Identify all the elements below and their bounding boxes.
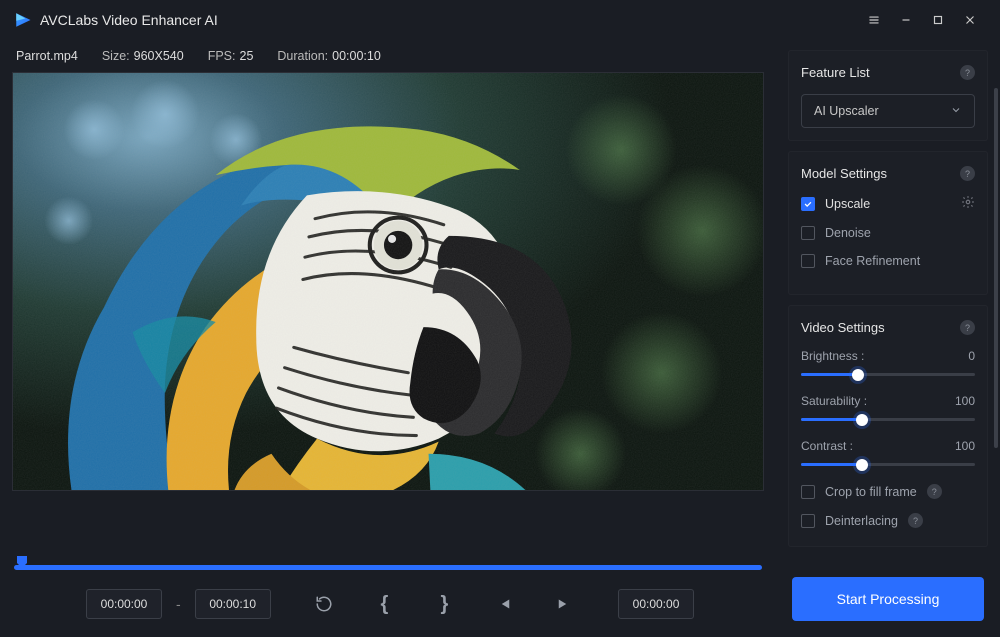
timeline-track[interactable] xyxy=(14,565,762,570)
checkbox-label: Crop to fill frame xyxy=(825,485,917,499)
app-logo xyxy=(14,11,32,29)
sidebar-scrollbar[interactable] xyxy=(994,88,998,448)
slider-value: 100 xyxy=(955,394,975,408)
minimize-button[interactable] xyxy=(890,4,922,36)
chevron-down-icon xyxy=(950,104,962,119)
feature-list-title: Feature List xyxy=(801,65,870,80)
app-title: AVCLabs Video Enhancer AI xyxy=(40,12,218,28)
loop-icon[interactable] xyxy=(306,586,342,622)
help-icon[interactable]: ? xyxy=(908,513,923,528)
prev-frame-icon[interactable] xyxy=(486,586,522,622)
video-settings-panel: Video Settings ? Brightness : 0 Saturabili… xyxy=(788,305,988,547)
gear-icon[interactable] xyxy=(961,195,975,212)
size-info: Size:960X540 xyxy=(102,49,184,63)
checkbox[interactable] xyxy=(801,514,815,528)
checkbox[interactable] xyxy=(801,226,815,240)
transport-bar: 00:00:00 - 00:00:10 { } 00:00:00 xyxy=(12,579,764,629)
checkbox-label: Deinterlacing xyxy=(825,514,898,528)
checkbox[interactable] xyxy=(801,197,815,211)
model-option-denoise[interactable]: Denoise xyxy=(801,226,975,240)
video-info-bar: Parrot.mp4 Size:960X540 FPS:25 Duration:… xyxy=(12,40,764,72)
slider-brightness: Brightness : 0 xyxy=(801,349,975,376)
sidebar: Feature List ? AI Upscaler Model Setting… xyxy=(776,40,1000,637)
close-button[interactable] xyxy=(954,4,986,36)
start-processing-button[interactable]: Start Processing xyxy=(792,577,984,621)
slider-track[interactable] xyxy=(801,418,975,421)
next-frame-icon[interactable] xyxy=(546,586,582,622)
help-icon[interactable]: ? xyxy=(960,166,975,181)
help-icon[interactable]: ? xyxy=(960,65,975,80)
slider-saturability: Saturability : 100 xyxy=(801,394,975,421)
slider-label: Brightness : xyxy=(801,349,864,363)
feature-dropdown[interactable]: AI Upscaler xyxy=(801,94,975,128)
current-time-timebox[interactable]: 00:00:00 xyxy=(618,589,694,619)
checkbox-label: Face Refinement xyxy=(825,254,975,268)
filename: Parrot.mp4 xyxy=(16,49,78,63)
slider-track[interactable] xyxy=(801,463,975,466)
model-option-face-refinement[interactable]: Face Refinement xyxy=(801,254,975,268)
slider-value: 0 xyxy=(968,349,975,363)
range-dash: - xyxy=(176,596,181,612)
fps-info: FPS:25 xyxy=(208,49,254,63)
checkbox-label: Denoise xyxy=(825,226,975,240)
toggle-deinterlacing[interactable]: Deinterlacing? xyxy=(801,513,975,528)
model-settings-panel: Model Settings ? Upscale Denoise Face Refi… xyxy=(788,151,988,295)
set-out-bracket-icon[interactable]: } xyxy=(426,586,462,622)
main-area: Parrot.mp4 Size:960X540 FPS:25 Duration:… xyxy=(0,40,776,637)
slider-thumb[interactable] xyxy=(856,459,868,471)
slider-value: 100 xyxy=(955,439,975,453)
model-option-upscale[interactable]: Upscale xyxy=(801,195,975,212)
start-processing-label: Start Processing xyxy=(837,591,940,607)
checkbox[interactable] xyxy=(801,485,815,499)
duration-info: Duration:00:00:10 xyxy=(277,49,380,63)
help-icon[interactable]: ? xyxy=(960,320,975,335)
video-settings-title: Video Settings xyxy=(801,320,885,335)
slider-track[interactable] xyxy=(801,373,975,376)
out-point-timebox[interactable]: 00:00:10 xyxy=(195,589,271,619)
set-in-bracket-icon[interactable]: { xyxy=(366,586,402,622)
slider-thumb[interactable] xyxy=(852,369,864,381)
feature-list-panel: Feature List ? AI Upscaler xyxy=(788,50,988,141)
slider-thumb[interactable] xyxy=(856,414,868,426)
timeline[interactable] xyxy=(14,559,762,573)
slider-label: Saturability : xyxy=(801,394,867,408)
feature-dropdown-value: AI Upscaler xyxy=(814,104,879,118)
checkbox[interactable] xyxy=(801,254,815,268)
menu-button[interactable] xyxy=(858,4,890,36)
video-preview[interactable] xyxy=(12,72,764,491)
in-point-timebox[interactable]: 00:00:00 xyxy=(86,589,162,619)
model-settings-title: Model Settings xyxy=(801,166,887,181)
slider-contrast: Contrast : 100 xyxy=(801,439,975,466)
maximize-button[interactable] xyxy=(922,4,954,36)
help-icon[interactable]: ? xyxy=(927,484,942,499)
titlebar: AVCLabs Video Enhancer AI xyxy=(0,0,1000,40)
slider-label: Contrast : xyxy=(801,439,853,453)
toggle-crop-to-fill-frame[interactable]: Crop to fill frame? xyxy=(801,484,975,499)
checkbox-label: Upscale xyxy=(825,197,951,211)
